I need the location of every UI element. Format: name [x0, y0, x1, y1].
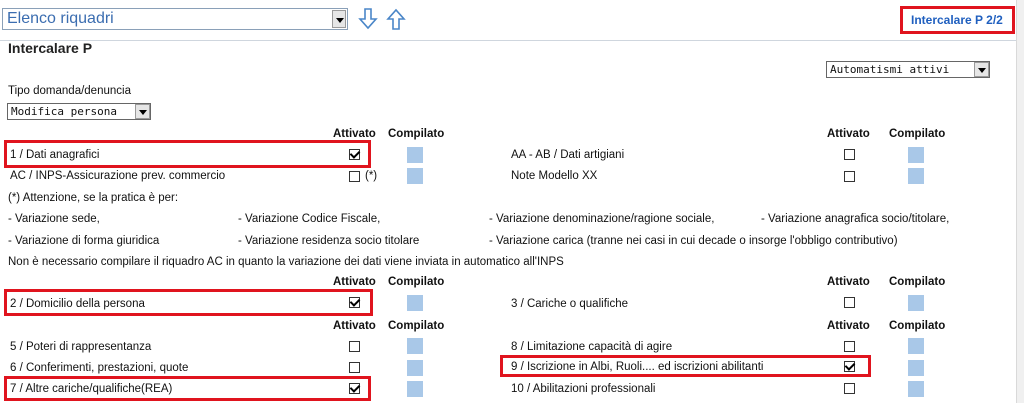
compilato-indicator	[407, 338, 423, 354]
header-attivato: Attivato	[333, 128, 376, 140]
header-compilato: Compilato	[388, 320, 445, 332]
variazione-note: - Variazione sede,	[8, 213, 100, 225]
automatismi-select[interactable]: Automatismi attivi	[826, 61, 990, 78]
attivato-checkbox[interactable]	[349, 297, 360, 308]
chevron-down-icon[interactable]	[974, 62, 989, 77]
compilato-indicator	[908, 360, 924, 376]
row-label: 8 / Limitazione capacità di agire	[511, 341, 673, 353]
row-label: 2 / Domicilio della persona	[10, 298, 145, 310]
chevron-down-icon[interactable]	[135, 104, 150, 119]
tipo-select[interactable]: Modifica persona	[7, 103, 151, 120]
compilato-indicator	[908, 147, 924, 163]
row-label: 7 / Altre cariche/qualifiche(REA)	[10, 383, 173, 395]
riquadri-select[interactable]: Elenco riquadri	[2, 8, 348, 30]
header-compilato: Compilato	[388, 128, 445, 140]
variazione-note: - Variazione denominazione/ragione socia…	[489, 213, 715, 225]
row-label: 9 / Iscrizione in Albi, Ruoli.... ed isc…	[511, 361, 764, 373]
attivato-checkbox[interactable]	[844, 149, 855, 160]
attivato-checkbox[interactable]	[349, 149, 360, 160]
compilato-indicator	[407, 168, 423, 184]
compilato-indicator	[908, 381, 924, 397]
compilato-indicator	[908, 168, 924, 184]
compilato-indicator	[407, 381, 423, 397]
header-attivato: Attivato	[827, 276, 870, 288]
attivato-checkbox[interactable]	[844, 341, 855, 352]
header-compilato: Compilato	[889, 276, 946, 288]
attivato-checkbox[interactable]	[349, 383, 360, 394]
compilato-indicator	[407, 295, 423, 311]
compilato-indicator	[908, 295, 924, 311]
page-title: Intercalare P	[8, 40, 93, 56]
compilato-indicator	[407, 360, 423, 376]
variazione-note: - Variazione anagrafica socio/titolare,	[761, 213, 950, 225]
attivato-checkbox[interactable]	[844, 383, 855, 394]
header-compilato: Compilato	[889, 128, 946, 140]
header-attivato: Attivato	[827, 128, 870, 140]
attivato-checkbox[interactable]	[349, 341, 360, 352]
header-attivato: Attivato	[333, 276, 376, 288]
header-compilato: Compilato	[889, 320, 946, 332]
chevron-down-icon[interactable]	[332, 10, 346, 28]
compilato-indicator	[407, 147, 423, 163]
attivato-checkbox[interactable]	[844, 297, 855, 308]
row-label: 6 / Conferimenti, prestazioni, quote	[10, 362, 189, 374]
row-label: 5 / Poteri di rappresentanza	[10, 341, 152, 353]
variazione-note: - Variazione residenza socio titolare	[238, 235, 420, 247]
row-label: 1 / Dati anagrafici	[10, 149, 100, 161]
scrollbar[interactable]	[1016, 0, 1024, 403]
header-compilato: Compilato	[388, 276, 445, 288]
variazione-note: - Variazione di forma giuridica	[8, 235, 160, 247]
row-label: 3 / Cariche o qualifiche	[511, 298, 628, 310]
tipo-label: Tipo domanda/denuncia	[8, 85, 131, 97]
row-label: AC / INPS-Assicurazione prev. commercio	[10, 170, 226, 182]
tipo-value: Modifica persona	[11, 105, 117, 118]
riquadri-select-value: Elenco riquadri	[7, 10, 114, 27]
row-label: AA - AB / Dati artigiani	[511, 149, 625, 161]
attenzione-note: (*) Attenzione, se la pratica è per:	[8, 192, 179, 204]
header-attivato: Attivato	[827, 320, 870, 332]
asterisk-note: (*)	[365, 170, 378, 182]
header-attivato: Attivato	[333, 320, 376, 332]
automatismi-value: Automatismi attivi	[830, 63, 950, 76]
attivato-checkbox[interactable]	[349, 171, 360, 182]
variazione-note: - Variazione Codice Fiscale,	[238, 213, 381, 225]
attivato-checkbox[interactable]	[844, 171, 855, 182]
inps-footer-note: Non è necessario compilare il riquadro A…	[8, 256, 564, 268]
arrow-down-icon[interactable]	[357, 7, 379, 31]
compilato-indicator	[908, 338, 924, 354]
arrow-up-icon[interactable]	[385, 7, 407, 31]
attivato-checkbox[interactable]	[349, 362, 360, 373]
variazione-note: - Variazione carica (tranne nei casi in …	[489, 235, 898, 247]
row-label: 10 / Abilitazioni professionali	[511, 383, 656, 395]
row-label: Note Modello XX	[511, 170, 598, 182]
intercalare-link[interactable]: Intercalare P 2/2	[911, 13, 1003, 27]
attivato-checkbox[interactable]	[844, 361, 855, 372]
